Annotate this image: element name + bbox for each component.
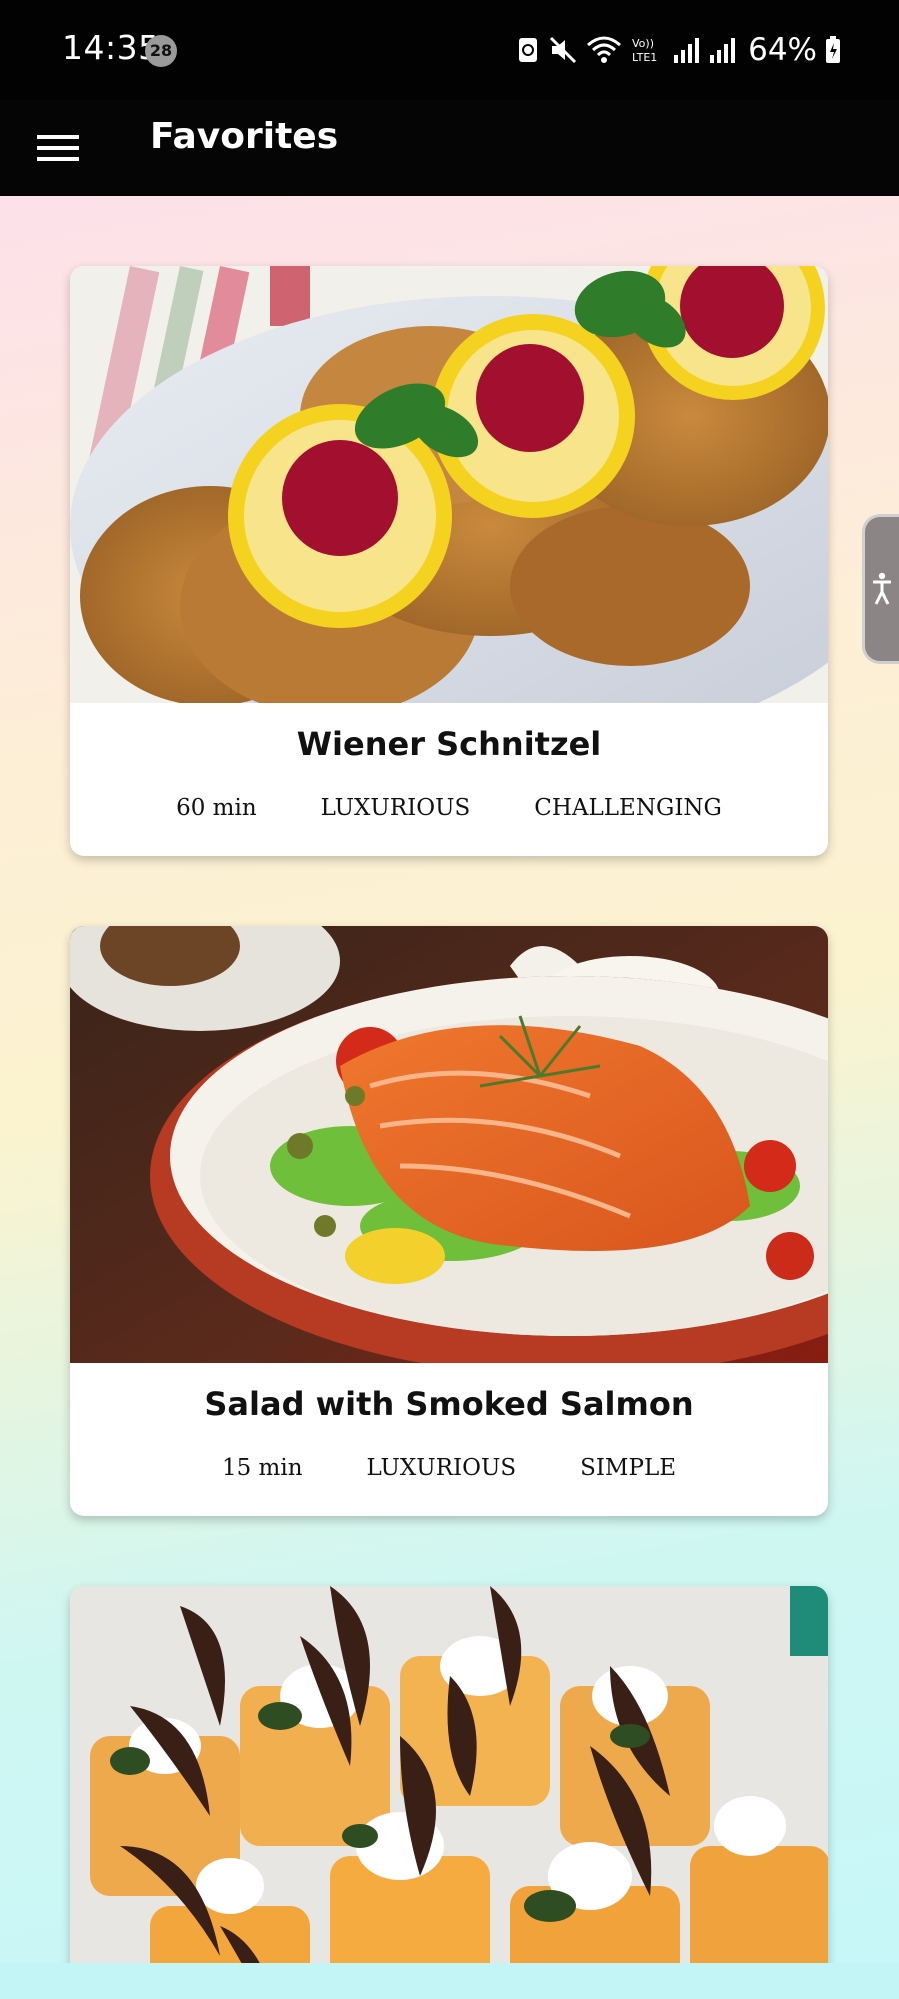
meal-card-dessert[interactable]	[70, 1586, 828, 1999]
signal-icon-2	[710, 38, 736, 63]
menu-button[interactable]	[30, 120, 86, 176]
bottom-strip	[0, 1963, 899, 1999]
meal-image	[70, 926, 828, 1363]
volte-icon: Vo)) LTE1	[632, 37, 657, 64]
meal-image	[70, 1586, 828, 1999]
meal-complexity: CHALLENGING	[534, 795, 722, 821]
meal-meta: 60 min LUXURIOUS CHALLENGING	[70, 795, 828, 821]
wifi-icon	[587, 36, 622, 63]
meal-title: Salad with Smoked Salmon	[204, 1385, 694, 1423]
accessibility-button[interactable]	[862, 514, 899, 664]
meal-title: Wiener Schnitzel	[296, 725, 602, 763]
meal-image	[70, 266, 828, 703]
status-bar: 14:35 28 Vo)) LTE1 64%	[0, 0, 899, 100]
sync-icon	[519, 38, 538, 62]
accessibility-icon	[873, 572, 891, 605]
meal-affordability: LUXURIOUS	[320, 795, 471, 821]
meal-duration: 15 min	[221, 1455, 303, 1481]
meal-duration: 60 min	[176, 795, 257, 821]
battery-icon	[826, 36, 840, 63]
meal-card-wiener-schnitzel[interactable]: Wiener Schnitzel 60 min LUXURIOUS CHALLE…	[70, 266, 828, 856]
meals-list[interactable]: Wiener Schnitzel 60 min LUXURIOUS CHALLE…	[0, 196, 899, 1999]
status-icons: Vo)) LTE1 64%	[516, 28, 841, 72]
svg-text:Vo)): Vo))	[632, 37, 654, 50]
battery-percentage: 64%	[748, 32, 817, 68]
menu-icon	[37, 135, 79, 161]
page-title: Favorites	[150, 116, 339, 157]
meal-affordability: LUXURIOUS	[366, 1455, 517, 1481]
svg-text:LTE1: LTE1	[632, 51, 657, 64]
meal-complexity: SIMPLE	[580, 1455, 677, 1481]
signal-icon-1	[674, 38, 700, 63]
mute-icon	[550, 36, 577, 64]
notification-count-badge: 28	[145, 35, 177, 67]
meal-card-salad-with-smoked-salmon[interactable]: Salad with Smoked Salmon 15 min LUXURIOU…	[70, 926, 828, 1516]
meal-meta: 15 min LUXURIOUS SIMPLE	[70, 1455, 828, 1481]
app-bar: Favorites	[0, 100, 899, 196]
